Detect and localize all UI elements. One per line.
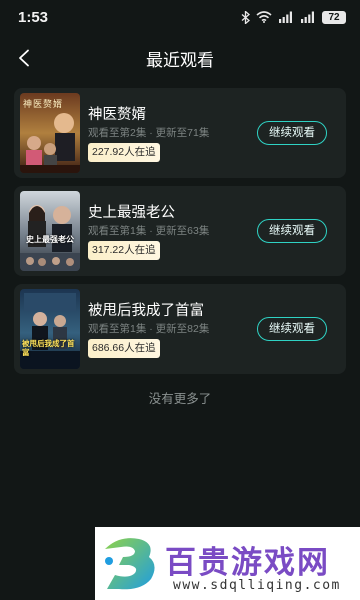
- poster-text: 史上最强老公: [26, 235, 74, 244]
- continue-watching-button[interactable]: 继续观看: [257, 219, 327, 243]
- signal-icon: [278, 11, 294, 23]
- continue-watching-button[interactable]: 继续观看: [257, 317, 327, 341]
- watch-progress: 观看至第2集 · 更新至71集: [88, 127, 210, 139]
- battery-icon: 72: [322, 10, 346, 24]
- viewers-badge: 227.92人在追: [88, 143, 160, 162]
- poster-text: 神医赘婿: [23, 100, 64, 110]
- drama-title: 史上最强老公: [88, 205, 175, 221]
- watermark-url: www.sdqlliqing.com: [173, 578, 341, 593]
- status-bar: 1:53 72: [0, 0, 360, 34]
- signal-icon: [300, 11, 316, 23]
- status-icons: 72: [241, 10, 346, 24]
- back-button[interactable]: [10, 44, 38, 72]
- history-item[interactable]: 神医赘婿 神医赘婿 观看至第2集 · 更新至71集 227.92人在追 继续观看: [14, 88, 346, 178]
- history-item[interactable]: 史上最强老公 史上最强老公 观看至第1集 · 更新至63集 317.22人在追 …: [14, 186, 346, 276]
- watermark-logo-icon: [105, 538, 155, 590]
- bluetooth-icon: [241, 10, 250, 24]
- chevron-left-icon: [19, 49, 29, 67]
- poster-image[interactable]: 被甩后我成了首富: [20, 289, 80, 369]
- status-time: 1:53: [18, 8, 49, 26]
- poster-text: 被甩后我成了首富: [22, 339, 75, 357]
- drama-title: 神医赘婿: [88, 107, 146, 123]
- watermark: 百贵游戏网 www.sdqlliqing.com: [95, 527, 360, 600]
- history-item[interactable]: 被甩后我成了首富 被甩后我成了首富 观看至第1集 · 更新至82集 686.66…: [14, 284, 346, 374]
- watermark-brand: 百贵游戏网: [165, 545, 330, 581]
- drama-title: 被甩后我成了首富: [88, 303, 204, 319]
- watch-progress: 观看至第1集 · 更新至63集: [88, 225, 210, 237]
- header: 最近观看: [0, 36, 360, 80]
- page-title: 最近观看: [146, 50, 214, 70]
- no-more-text: 没有更多了: [148, 392, 212, 406]
- poster-image[interactable]: 神医赘婿: [20, 93, 80, 173]
- viewers-badge: 686.66人在追: [88, 339, 160, 358]
- continue-watching-button[interactable]: 继续观看: [257, 121, 327, 145]
- watch-progress: 观看至第1集 · 更新至82集: [88, 323, 210, 335]
- poster-image[interactable]: 史上最强老公: [20, 191, 80, 271]
- viewers-badge: 317.22人在追: [88, 241, 160, 260]
- wifi-icon: [256, 11, 272, 23]
